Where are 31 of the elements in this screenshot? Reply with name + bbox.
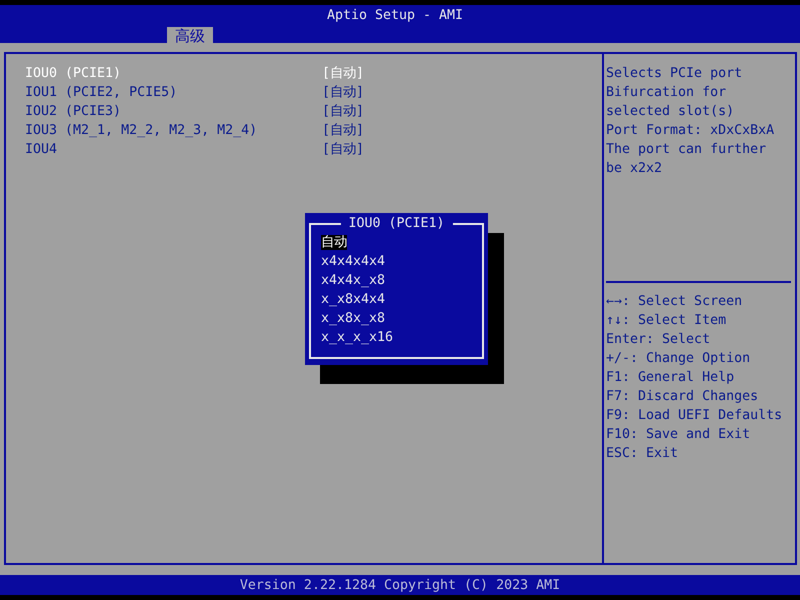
key-help-text: F7: Discard Changes [606, 388, 760, 406]
popup-option[interactable]: x4x4x_x8 [321, 273, 386, 288]
help-text: Bifurcation for [606, 84, 728, 102]
version-text: Version 2.22.1284 Copyright (C) 2023 AMI [240, 578, 560, 592]
popup-option[interactable]: x4x4x4x4 [321, 254, 386, 269]
setting-value[interactable]: [自动] [322, 83, 364, 102]
help-text: The port can further [606, 141, 768, 159]
help-text: be x2x2 [606, 160, 664, 178]
key-help-text: F10: Save and Exit [606, 426, 752, 444]
key-help-text: F9: Load UEFI Defaults [606, 407, 784, 425]
help-text: Selects PCIe port [606, 65, 744, 83]
help-text: Port Format: xDxCxBxA [606, 122, 776, 140]
window-title: Aptio Setup - AMI [326, 8, 464, 24]
key-help-text: ↑↓: Select Item [606, 312, 728, 330]
setting-value[interactable]: [自动] [322, 140, 364, 159]
help-text: selected slot(s) [606, 103, 736, 121]
setting-label[interactable]: IOU3 (M2_1, M2_2, M2_3, M2_4) [25, 121, 322, 140]
setting-label[interactable]: IOU4 [25, 140, 322, 159]
setting-value[interactable]: [自动] [322, 102, 364, 121]
setting-value[interactable]: [自动] [322, 121, 364, 140]
key-help-text: ←→: Select Screen [606, 293, 744, 311]
key-help-text: Enter: Select [606, 331, 712, 349]
key-help-text: ESC: Exit [606, 445, 680, 463]
popup-option[interactable]: x_x8x_x8 [321, 311, 386, 326]
popup-option[interactable]: x_x_x_x16 [321, 330, 394, 345]
key-help-text: F1: General Help [606, 369, 736, 387]
popup-option[interactable]: x_x8x4x4 [321, 292, 386, 307]
popup-option[interactable]: 自动 [321, 235, 347, 250]
key-help-text: +/-: Change Option [606, 350, 752, 368]
setting-label[interactable]: IOU2 (PCIE3) [25, 102, 322, 121]
setting-label[interactable]: IOU1 (PCIE2, PCIE5) [25, 83, 322, 102]
